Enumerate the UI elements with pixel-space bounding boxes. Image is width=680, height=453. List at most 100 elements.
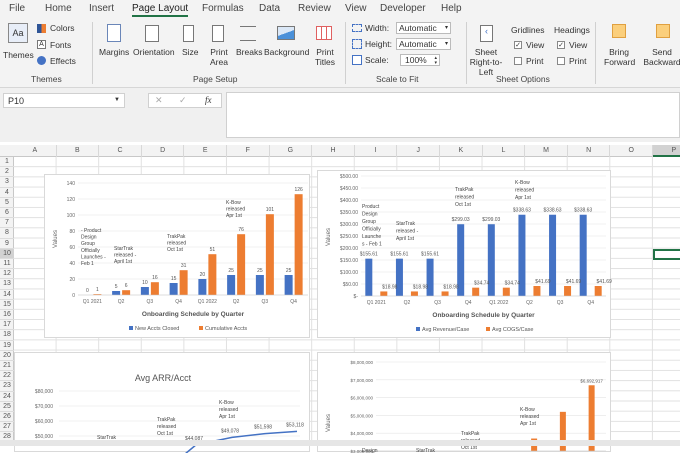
x-axis-title: Onboarding Schedule by Quarter (432, 312, 535, 319)
tab-help[interactable]: Help (441, 3, 462, 14)
legend-label: New Accts Closed (135, 326, 179, 332)
row-header-18[interactable]: 18 (0, 330, 14, 341)
row-header-15[interactable]: 15 (0, 300, 14, 310)
row-header-6[interactable]: 6 (0, 208, 14, 219)
sheet-rtl-label: Sheet Right-to-Left (469, 47, 503, 77)
height-dropdown[interactable]: Automatic ▾ (396, 38, 451, 50)
row-header-10[interactable]: 10 (0, 248, 14, 259)
formula-input[interactable] (226, 92, 680, 138)
divider (345, 22, 346, 84)
tab-developer[interactable]: Developer (380, 3, 426, 14)
row-header-5[interactable]: 5 (0, 198, 14, 208)
annotation: Apr 1st (219, 414, 235, 420)
width-label: Width: (365, 23, 390, 33)
bar-avg-cogs-case (441, 291, 449, 296)
column-header-B[interactable]: B (57, 145, 100, 157)
row-header-9[interactable]: 9 (0, 239, 14, 249)
insert-function-icon[interactable]: fx (205, 95, 212, 105)
selected-cell[interactable] (653, 249, 680, 260)
bar-cumulative-accts (294, 194, 303, 295)
chart-avg-arr[interactable]: Avg ARR/Acct $50,000 $60,000 $70,000 $80,000… (14, 352, 310, 453)
row-header-1[interactable]: 1 (0, 157, 14, 168)
headings-view-checkbox[interactable]: ✓ (557, 41, 565, 49)
row-header-19[interactable]: 19 (0, 341, 14, 351)
row-header-23[interactable]: 23 (0, 381, 14, 392)
chart-avg-revenue[interactable]: $- $50.00 $100.00 $150.00 $200.00 $250.00 $300… (317, 170, 612, 338)
column-header-H[interactable]: H (312, 145, 355, 157)
cancel-icon[interactable]: ✕ (155, 95, 163, 106)
data-label: $41.69 (597, 279, 612, 285)
x-tick-label: Q4 (465, 300, 472, 306)
breaks-label: Breaks (236, 47, 263, 57)
row-header-2[interactable]: 2 (0, 167, 14, 178)
row-header-21[interactable]: 21 (0, 361, 14, 372)
column-header-O[interactable]: O (610, 145, 653, 157)
column-header-A[interactable]: A (14, 145, 57, 157)
enter-icon[interactable]: ✓ (179, 95, 187, 106)
y-tick-label: $80,000 (35, 389, 53, 395)
scale-spinner[interactable]: 100% ▴ ▾ (400, 54, 440, 66)
annotation: - Product (81, 228, 102, 234)
colors-icon (37, 24, 46, 33)
row-header-24[interactable]: 24 (0, 392, 14, 402)
row-header-8[interactable]: 8 (0, 228, 14, 239)
chart-new-accts[interactable]: 0 20 40 60 80 100 120 140 0 5 10 15 20 25 25 25 1 6 16 31 51… (44, 174, 310, 338)
headings-print-checkbox[interactable] (557, 57, 565, 65)
tab-formulas[interactable]: Formulas (202, 3, 244, 14)
row-header-16[interactable]: 16 (0, 310, 14, 321)
scale-label: Scale: (365, 55, 389, 65)
column-header-G[interactable]: G (270, 145, 313, 157)
column-header-J[interactable]: J (397, 145, 440, 157)
column-header-E[interactable]: E (184, 145, 227, 157)
x-tick-label: Q3 (147, 299, 154, 305)
column-header-M[interactable]: M (525, 145, 568, 157)
gridlines-view-checkbox[interactable]: ✓ (514, 41, 522, 49)
tab-data[interactable]: Data (259, 3, 280, 14)
name-box-value: P10 (8, 96, 25, 106)
row-header-12[interactable]: 12 (0, 269, 14, 280)
name-box[interactable]: P10 ▼ (3, 93, 125, 108)
tab-home[interactable]: Home (45, 3, 72, 14)
y-tick-label: $200.00 (340, 246, 358, 252)
annotation: TrakPak (461, 431, 480, 437)
data-label: $51,598 (254, 425, 272, 431)
width-dropdown[interactable]: Automatic ▾ (396, 22, 451, 34)
gridlines-print-checkbox[interactable] (514, 57, 522, 65)
divider (595, 22, 596, 84)
column-header-K[interactable]: K (440, 145, 483, 157)
column-header-I[interactable]: I (355, 145, 398, 157)
row-header-25[interactable]: 25 (0, 402, 14, 412)
row-header-22[interactable]: 22 (0, 371, 14, 382)
column-header-L[interactable]: L (483, 145, 526, 157)
row-header-3[interactable]: 3 (0, 177, 14, 188)
tab-file[interactable]: File (9, 3, 25, 14)
y-tick-label: $300.00 (340, 222, 358, 228)
y-tick-label: 20 (69, 277, 75, 283)
row-header-13[interactable]: 13 (0, 279, 14, 290)
data-label: 20 (200, 272, 206, 278)
column-header-F[interactable]: F (227, 145, 270, 157)
row-header-7[interactable]: 7 (0, 218, 14, 229)
row-header-14[interactable]: 14 (0, 290, 14, 300)
data-label: 51 (210, 247, 216, 253)
row-header-4[interactable]: 4 (0, 188, 14, 198)
tab-review[interactable]: Review (298, 3, 331, 14)
background-icon (277, 26, 295, 40)
row-header-17[interactable]: 17 (0, 320, 14, 331)
legend-label: Avg Revenue/Case (422, 327, 469, 333)
row-header-11[interactable]: 11 (0, 259, 14, 270)
chart-cumulative-arr[interactable]: $3,000,000 $4,000,000 $5,000,000 $6,000,000… (317, 352, 611, 453)
tab-insert[interactable]: Insert (89, 3, 114, 14)
column-header-P[interactable]: P (653, 145, 680, 157)
annotation: Apr 1st (520, 421, 536, 427)
row-header-20[interactable]: 20 (0, 351, 14, 361)
column-header-D[interactable]: D (142, 145, 185, 157)
column-header-C[interactable]: C (99, 145, 142, 157)
tab-view[interactable]: View (345, 3, 367, 14)
row-header-26[interactable]: 26 (0, 412, 14, 423)
column-header-N[interactable]: N (568, 145, 611, 157)
headings-view-label: View (569, 40, 588, 50)
row-header-27[interactable]: 27 (0, 422, 14, 433)
gridlines-print-label: Print (526, 56, 544, 66)
tab-page-layout[interactable]: Page Layout (132, 3, 189, 17)
